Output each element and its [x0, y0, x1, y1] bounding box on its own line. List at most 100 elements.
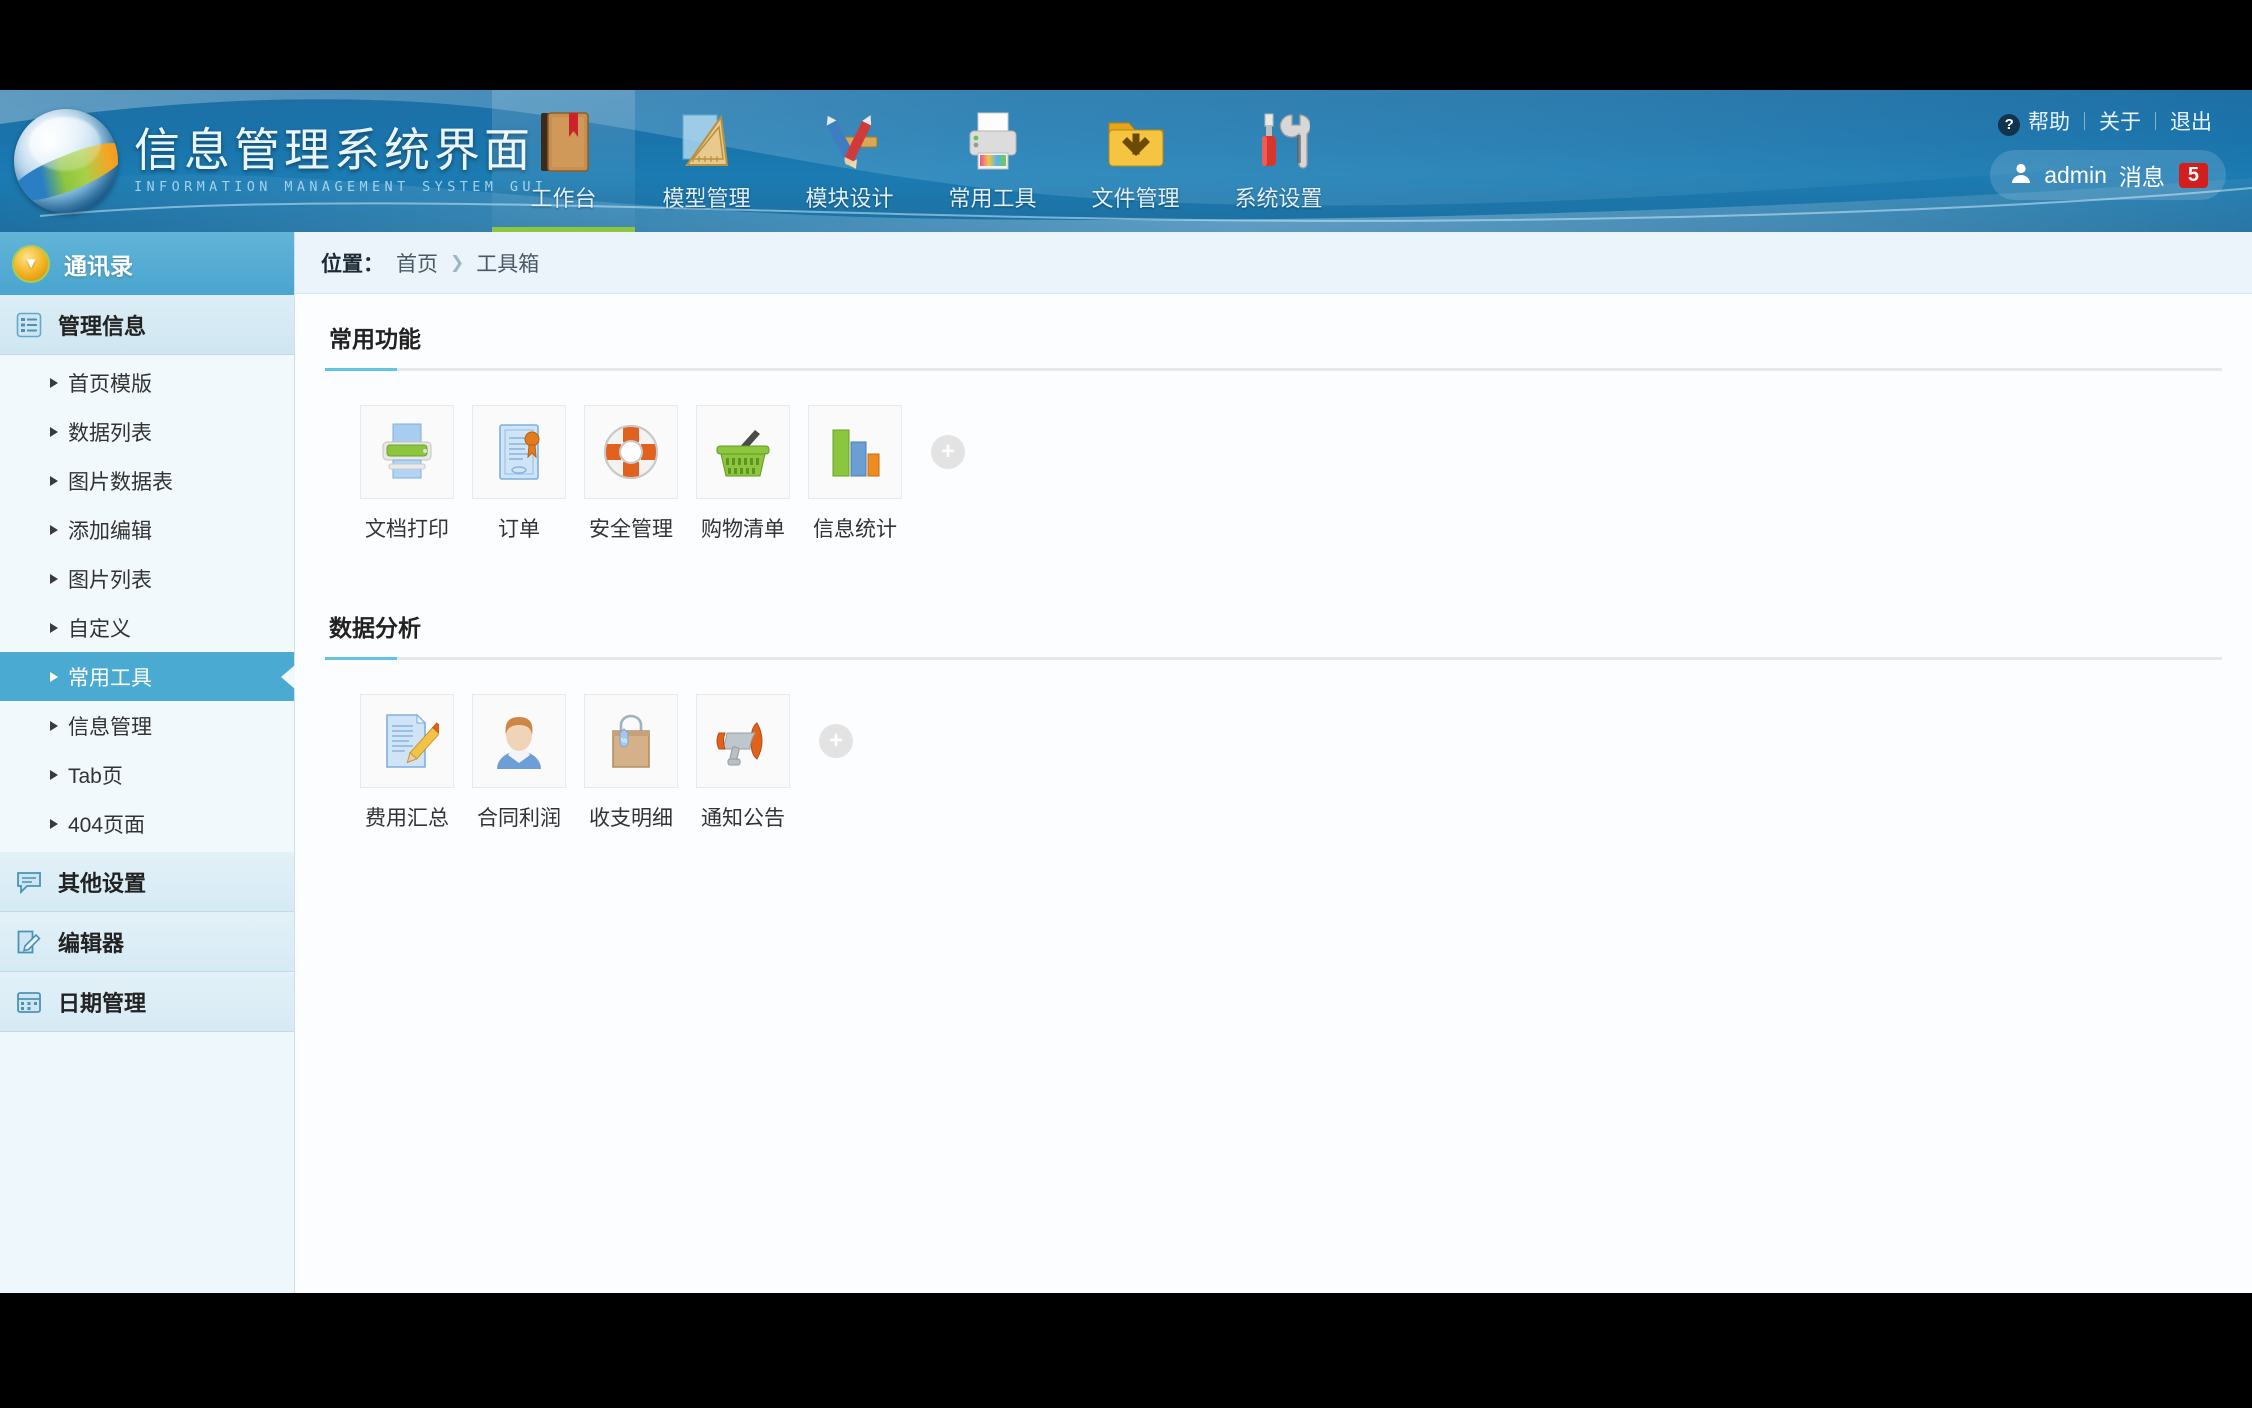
- tile-label: 费用汇总: [365, 807, 449, 830]
- sidebar-item-label: 数据列表: [68, 421, 152, 445]
- help-label: 帮助: [2028, 111, 2070, 134]
- breadcrumb: 位置： 首页 ❯ 工具箱: [295, 232, 2252, 294]
- nav-item-model-management[interactable]: 模型管理: [635, 90, 778, 232]
- triangle-right-icon: [50, 622, 58, 633]
- shopping-basket-icon: [696, 405, 790, 499]
- sidebar-group-management-info[interactable]: 管理信息: [0, 295, 294, 355]
- nav-label: 模块设计: [805, 186, 894, 211]
- shopping-bag-icon: %: [584, 694, 678, 788]
- nav-label: 模型管理: [662, 186, 751, 211]
- sidebar-item-tab-page[interactable]: Tab页: [0, 750, 294, 799]
- section-underline: [325, 657, 2222, 660]
- nav-item-workbench[interactable]: 工作台: [492, 90, 635, 232]
- edit-square-icon: [14, 927, 44, 957]
- sidebar-item-label: 404页面: [68, 813, 146, 837]
- nav-item-system-settings[interactable]: 系统设置: [1207, 90, 1350, 232]
- sidebar-header-contacts[interactable]: ▼ 通讯录: [0, 232, 294, 295]
- triangle-right-icon: [50, 426, 58, 437]
- triangle-right-icon: [50, 818, 58, 829]
- triangle-right-icon: [50, 524, 58, 535]
- sidebar-item-common-tools[interactable]: 常用工具: [0, 652, 294, 701]
- sidebar-header-label: 通讯录: [64, 252, 133, 279]
- sidebar-item-label: 图片列表: [68, 568, 152, 592]
- bar-chart-icon: [808, 405, 902, 499]
- tile-order[interactable]: 订单: [463, 405, 575, 543]
- app-title: 信息管理系统界面: [134, 124, 534, 177]
- tile-label: 合同利润: [477, 807, 561, 830]
- sidebar-group-label: 编辑器: [58, 930, 125, 956]
- nav-item-file-management[interactable]: 文件管理: [1064, 90, 1207, 232]
- certificate-icon: [472, 405, 566, 499]
- content-area: 位置： 首页 ❯ 工具箱 常用功能 文档打印 订单 安全管理 购物清单 信息统计…: [295, 232, 2252, 1293]
- app-window: 信息管理系统界面 INFORMATION MANAGEMENT SYSTEM G…: [0, 90, 2252, 1293]
- section-title: 常用功能: [329, 326, 421, 352]
- tile-label: 通知公告: [701, 807, 785, 830]
- breadcrumb-item-home[interactable]: 首页: [396, 248, 438, 278]
- nav-item-module-design[interactable]: 模块设计: [778, 90, 921, 232]
- sidebar-item-add-edit[interactable]: 添加编辑: [0, 505, 294, 554]
- nav-label: 文件管理: [1091, 186, 1180, 211]
- tile-notice-announcement[interactable]: 通知公告: [687, 694, 799, 832]
- app-subtitle: INFORMATION MANAGEMENT SYSTEM GUI: [134, 179, 548, 196]
- chevron-down-circle-icon: ▼: [12, 244, 50, 283]
- globe-swirl-logo: [14, 109, 118, 213]
- section-data-analysis: 数据分析 费用汇总 合同利润 % 收支明细 通知公告 +: [295, 583, 2252, 832]
- header-top-right: ? 帮助 关于 退出 admin 消息 5: [1984, 106, 2226, 200]
- calendar-icon: [14, 987, 44, 1017]
- user-box[interactable]: admin 消息 5: [1990, 150, 2226, 200]
- add-tile-button-common-functions[interactable]: +: [931, 435, 965, 469]
- svg-text:%: %: [621, 738, 627, 745]
- sidebar-group-other-settings[interactable]: 其他设置: [0, 852, 294, 912]
- sidebar-item-image-data-table[interactable]: 图片数据表: [0, 456, 294, 505]
- screwdriver-wrench-icon: [1248, 109, 1310, 175]
- sidebar-item-data-list[interactable]: 数据列表: [0, 407, 294, 456]
- triangle-right-icon: [50, 769, 58, 780]
- sidebar: ▼ 通讯录 管理信息 首页模版 数据列表 图片数据表 添加编辑 图片列表 自定义…: [0, 232, 295, 1293]
- logout-link[interactable]: 退出: [2156, 106, 2226, 136]
- megaphone-icon: [696, 694, 790, 788]
- tile-document-print[interactable]: 文档打印: [351, 405, 463, 543]
- nav-item-common-tools[interactable]: 常用工具: [921, 90, 1064, 232]
- triangle-right-icon: [50, 573, 58, 584]
- sidebar-item-home-template[interactable]: 首页模版: [0, 358, 294, 407]
- message-count-badge: 5: [2178, 162, 2208, 188]
- printer-icon: [962, 109, 1024, 175]
- sidebar-item-label: 首页模版: [68, 372, 152, 396]
- sidebar-item-404-page[interactable]: 404页面: [0, 799, 294, 848]
- lifebuoy-icon: [584, 405, 678, 499]
- sidebar-group-editor[interactable]: 编辑器: [0, 912, 294, 972]
- triangle-right-icon: [50, 377, 58, 388]
- section-underline: [325, 368, 2222, 371]
- tile-security-management[interactable]: 安全管理: [575, 405, 687, 543]
- notebook-icon: [536, 109, 592, 175]
- tile-info-statistics[interactable]: 信息统计: [799, 405, 911, 543]
- tile-shopping-list[interactable]: 购物清单: [687, 405, 799, 543]
- about-link[interactable]: 关于: [2085, 106, 2155, 136]
- tile-contract-profit[interactable]: 合同利润: [463, 694, 575, 832]
- brand[interactable]: 信息管理系统界面 INFORMATION MANAGEMENT SYSTEM G…: [0, 90, 547, 232]
- sidebar-item-label: Tab页: [68, 764, 123, 788]
- sidebar-group-label: 其他设置: [58, 870, 147, 896]
- sidebar-item-custom[interactable]: 自定义: [0, 603, 294, 652]
- tile-grid-data-analysis: 费用汇总 合同利润 % 收支明细 通知公告 +: [325, 660, 2222, 832]
- sidebar-item-image-list[interactable]: 图片列表: [0, 554, 294, 603]
- sidebar-item-info-management[interactable]: 信息管理: [0, 701, 294, 750]
- message-label[interactable]: 消息: [2119, 158, 2165, 192]
- help-link[interactable]: ? 帮助: [1984, 106, 2084, 136]
- tile-label: 信息统计: [813, 518, 897, 541]
- tile-income-expense-detail[interactable]: % 收支明细: [575, 694, 687, 832]
- tile-grid-common-functions: 文档打印 订单 安全管理 购物清单 信息统计 +: [325, 371, 2222, 543]
- tile-label: 购物清单: [701, 518, 785, 541]
- sidebar-group-date-management[interactable]: 日期管理: [0, 972, 294, 1032]
- printer-icon: [360, 405, 454, 499]
- sidebar-item-label: 自定义: [68, 617, 131, 641]
- header-links: ? 帮助 关于 退出: [1984, 106, 2226, 136]
- tile-expense-summary[interactable]: 费用汇总: [351, 694, 463, 832]
- user-name: admin: [2044, 161, 2107, 188]
- breadcrumb-label: 位置：: [321, 252, 384, 276]
- sidebar-group-label: 日期管理: [58, 990, 147, 1016]
- sidebar-item-label: 图片数据表: [68, 470, 173, 494]
- question-mark-icon: ?: [1998, 113, 2021, 136]
- add-tile-button-data-analysis[interactable]: +: [819, 724, 853, 758]
- pencil-brush-icon: [819, 109, 881, 175]
